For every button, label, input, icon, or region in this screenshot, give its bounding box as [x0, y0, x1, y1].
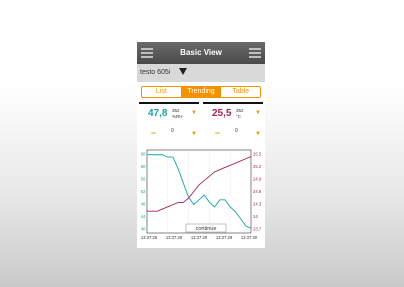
tab-list[interactable]: List [142, 87, 182, 97]
dropdown-triangle-icon[interactable] [179, 68, 187, 75]
triangle-down-icon[interactable]: ▼ [255, 131, 261, 137]
left-tick-label: 60 [141, 164, 146, 169]
empty-channel: 0 [171, 128, 174, 134]
x-tick-label: 13:37:29 [216, 235, 233, 240]
trend-chart[interactable]: 68 60 56 52 48 44 40 25.5 25.2 24.9 24.6 24.3 24 23.7… [137, 145, 265, 248]
empty-readouts: --- 0 ▼ --- 0 ▼ [137, 128, 265, 142]
empty-value: --- [215, 130, 220, 137]
temperature-value: 25,5 [212, 108, 232, 119]
left-tick-label: 56 [141, 177, 146, 182]
empty-value: --- [151, 130, 156, 137]
device-name: testo 605i [140, 69, 171, 76]
right-tick-label: 24.9 [253, 177, 262, 182]
view-tabs: List Trending Table [141, 86, 261, 98]
left-tick-label: 44 [141, 214, 146, 219]
x-tick-label: 13:37:30 [241, 235, 258, 240]
tab-table[interactable]: Table [221, 87, 260, 97]
divider [203, 102, 263, 104]
left-tick-label: 40 [141, 227, 146, 232]
left-tick-label: 48 [141, 202, 146, 207]
divider [139, 102, 199, 104]
triangle-down-icon[interactable]: ▼ [191, 110, 197, 116]
right-tick-label: 24.6 [253, 189, 262, 194]
x-tick-label: 13:37:28 [141, 235, 158, 240]
phone-screen: Basic View testo 605i List Trending Tabl… [137, 42, 265, 248]
x-tick-label: 13:37:28 [166, 235, 183, 240]
humidity-value: 47,8 [148, 108, 168, 119]
empty-channel: 0 [235, 128, 238, 134]
readout-panel: 47,8 352 %RH ▼ 25,5 352 °C ▼ [137, 102, 265, 130]
temperature-unit: °C [236, 114, 242, 119]
right-tick-label: 25.5 [253, 152, 262, 157]
right-tick-label: 24.3 [253, 202, 262, 207]
plot-frame [146, 149, 252, 234]
humidity-readout[interactable]: 47,8 352 %RH ▼ [139, 102, 199, 124]
x-tick-label: 13:37:29 [191, 235, 208, 240]
humidity-channel: 352 [172, 108, 180, 113]
title-bar: Basic View [137, 42, 265, 64]
device-selector[interactable]: testo 605i [137, 64, 265, 82]
trend-chart-svg: 68 60 56 52 48 44 40 25.5 25.2 24.9 24.6 24.3 24 23.7… [141, 149, 262, 240]
settings-menu-icon[interactable] [249, 47, 261, 59]
left-tick-label: 52 [141, 189, 146, 194]
right-tick-label: 23.7 [253, 227, 262, 232]
humidity-unit: %RH [172, 114, 183, 119]
right-tick-label: 25.2 [253, 164, 262, 169]
right-tick-label: 24 [253, 214, 258, 219]
triangle-down-icon[interactable]: ▼ [255, 110, 261, 116]
left-tick-label: 68 [141, 152, 146, 157]
tab-trending[interactable]: Trending [181, 87, 222, 97]
page-title: Basic View [180, 48, 222, 57]
temperature-readout[interactable]: 25,5 352 °C ▼ [203, 102, 263, 124]
triangle-down-icon[interactable]: ▼ [191, 131, 197, 137]
continue-label: continue [196, 226, 217, 232]
temperature-channel: 352 [236, 108, 244, 113]
